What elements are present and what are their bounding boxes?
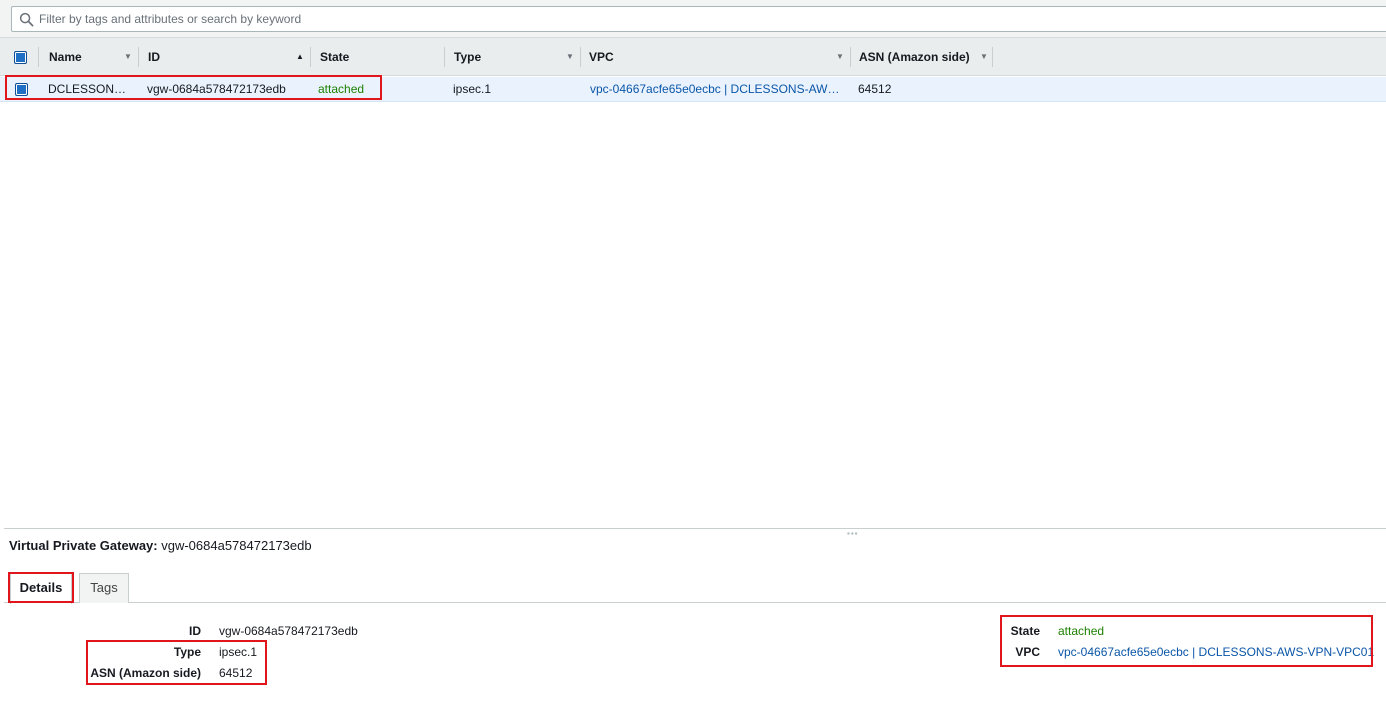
chevron-down-icon: ▼ <box>124 52 132 61</box>
filter-bar <box>0 0 1386 38</box>
column-header-label: Type <box>454 50 482 64</box>
cell-vpc-link[interactable]: vpc-04667acfe65e0ecbc | DCLESSONS-AW… <box>590 77 840 102</box>
column-divider <box>444 47 445 67</box>
column-header-label: VPC <box>589 50 614 64</box>
tabs-baseline <box>4 602 1386 603</box>
cell-type: ipsec.1 <box>453 82 492 96</box>
column-divider <box>38 47 39 67</box>
column-header-label: Name <box>49 50 82 64</box>
table-header: Name ▼ ID ▲ State Type ▼ VPC ▼ ASN (Amaz… <box>0 38 1386 76</box>
column-divider <box>580 47 581 67</box>
detail-value-id: vgw-0684a578472173edb <box>219 624 358 638</box>
filter-search-box[interactable] <box>11 6 1386 32</box>
tab-tags[interactable]: Tags <box>79 573 129 603</box>
chevron-down-icon: ▼ <box>836 52 844 61</box>
column-divider <box>850 47 851 67</box>
column-header-type[interactable]: Type ▼ <box>444 38 580 76</box>
highlight-box-details-tab <box>8 572 74 603</box>
column-header-label: ID <box>148 50 160 64</box>
search-icon <box>19 12 34 27</box>
details-title-label: Virtual Private Gateway: <box>9 538 158 553</box>
highlight-box-state-vpc <box>1000 615 1373 667</box>
column-header-label: State <box>320 50 350 64</box>
highlight-box-row <box>5 75 382 100</box>
pane-splitter[interactable] <box>4 528 1386 529</box>
column-header-vpc[interactable]: VPC ▼ <box>580 38 850 76</box>
details-title-value: vgw-0684a578472173edb <box>161 538 312 553</box>
sort-ascending-icon: ▲ <box>296 52 304 61</box>
select-all-checkbox[interactable] <box>14 51 27 64</box>
details-title: Virtual Private Gateway: vgw-0684a578472… <box>9 538 312 554</box>
drag-handle-icon[interactable]: ▪▪▪ <box>847 530 859 538</box>
column-divider <box>138 47 139 67</box>
column-header-name[interactable]: Name ▼ <box>38 38 138 76</box>
column-header-state[interactable]: State <box>310 38 444 76</box>
detail-label-id: ID <box>189 624 201 638</box>
filter-input[interactable] <box>39 10 1369 28</box>
column-divider <box>310 47 311 67</box>
column-header-asn[interactable]: ASN (Amazon side) ▼ <box>850 38 993 76</box>
column-header-label: ASN (Amazon side) <box>859 50 970 64</box>
highlight-box-type-asn <box>86 640 267 685</box>
column-divider <box>992 47 993 67</box>
column-header-id[interactable]: ID ▲ <box>138 38 310 76</box>
chevron-down-icon: ▼ <box>566 52 574 61</box>
cell-asn: 64512 <box>858 82 892 96</box>
chevron-down-icon: ▼ <box>980 52 988 61</box>
